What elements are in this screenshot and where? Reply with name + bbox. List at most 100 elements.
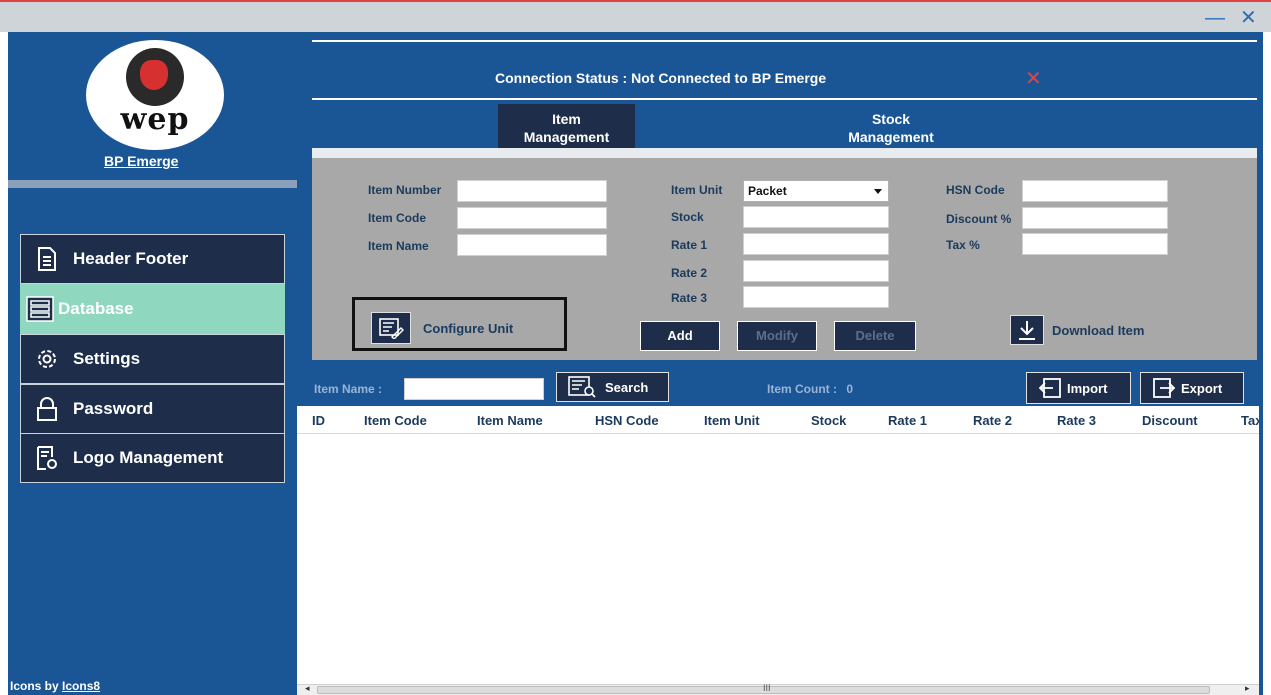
column-header[interactable]: ID (312, 413, 325, 428)
export-label: Export (1181, 380, 1223, 396)
configure-unit-highlight: Configure Unit (352, 297, 567, 351)
logo-wordmark: wep (120, 102, 190, 137)
search-label: Search (605, 379, 649, 395)
column-header[interactable]: Discount (1142, 413, 1198, 428)
document-icon (33, 245, 61, 273)
stock-field[interactable] (743, 206, 889, 228)
export-button[interactable]: Export (1140, 372, 1244, 404)
column-header[interactable]: HSN Code (595, 413, 659, 428)
add-button[interactable]: Add (640, 321, 720, 351)
sidebar-item-header-footer[interactable]: Header Footer (20, 234, 285, 284)
item-form-panel: Item Number Item Code Item Name Item Uni… (312, 158, 1257, 360)
logo-settings-icon (33, 444, 61, 472)
scroll-thumb[interactable]: III (317, 683, 1210, 694)
disconnected-icon: ✕ (1025, 68, 1042, 90)
sidebar-item-database[interactable]: Database (20, 284, 285, 334)
main-frame: Connection Status : Not Connected to BP … (297, 32, 1263, 695)
item-count-value: 0 (846, 382, 854, 396)
configure-unit-button[interactable]: Configure Unit (371, 312, 513, 344)
tab-label-line2: Management (523, 129, 610, 145)
search-button[interactable]: Search (556, 372, 669, 402)
credit-prefix: Icons by (10, 679, 59, 693)
item-name-search-label: Item Name : (314, 382, 383, 396)
configure-unit-label: Configure Unit (423, 320, 514, 336)
rate1-field[interactable] (743, 233, 889, 255)
rate1-label: Rate 1 (671, 238, 708, 252)
item-unit-value: Packet (748, 184, 787, 198)
title-bar: — ✕ (0, 0, 1271, 32)
main-area: Connection Status : Not Connected to BP … (297, 32, 1271, 695)
tab-label-line1: Stock (871, 111, 911, 127)
item-unit-label: Item Unit (671, 183, 723, 197)
hsn-code-label: HSN Code (946, 183, 1005, 197)
column-header[interactable]: Tax (1241, 413, 1259, 428)
scroll-right-arrow[interactable]: ▸ (1245, 683, 1250, 694)
tab-item-management[interactable]: Item Management (498, 104, 635, 148)
item-number-label: Item Number (368, 183, 442, 197)
stock-label: Stock (671, 210, 704, 224)
sidebar-divider (8, 180, 297, 188)
search-icon (565, 374, 599, 400)
sidebar-item-label: Settings (73, 349, 141, 368)
scroll-left-arrow[interactable]: ◂ (305, 683, 310, 694)
discount-field[interactable] (1022, 207, 1168, 229)
close-button[interactable]: ✕ (1240, 8, 1257, 28)
download-icon (1010, 315, 1044, 345)
rate2-field[interactable] (743, 260, 889, 282)
delete-button[interactable]: Delete (834, 321, 916, 351)
connection-status-bar: Connection Status : Not Connected to BP … (312, 40, 1257, 100)
tab-underline (312, 148, 1257, 158)
column-header[interactable]: Rate 1 (888, 413, 927, 428)
import-button[interactable]: Import (1026, 372, 1131, 404)
items-table[interactable]: ID Item Code Item Name HSN Code Item Uni… (297, 406, 1259, 684)
sidebar-item-label: Password (73, 399, 154, 418)
import-icon (1037, 376, 1063, 400)
item-number-field[interactable] (457, 180, 607, 202)
item-unit-select[interactable]: Packet (743, 180, 889, 202)
sidebar-item-logo-management[interactable]: Logo Management (20, 433, 285, 483)
rate3-label: Rate 3 (671, 291, 708, 305)
sidebar-item-settings[interactable]: Settings (20, 334, 285, 384)
discount-label: Discount % (946, 212, 1012, 226)
sidebar-item-label: Header Footer (73, 249, 189, 268)
tab-label-line1: Item (552, 111, 581, 127)
item-count: Item Count : 0 (767, 382, 853, 396)
column-header[interactable]: Rate 2 (973, 413, 1012, 428)
download-item-button[interactable]: Download Item (1010, 315, 1144, 345)
minimize-button[interactable]: — (1205, 8, 1225, 28)
item-count-label: Item Count : (767, 382, 837, 396)
export-icon (1151, 376, 1177, 400)
database-icon (26, 295, 54, 323)
item-name-search-input[interactable] (404, 378, 544, 400)
configure-unit-icon (371, 312, 411, 344)
column-header[interactable]: Item Name (477, 413, 543, 428)
sidebar-item-label: Database (58, 299, 134, 318)
tax-field[interactable] (1022, 233, 1168, 255)
logo-chip-icon (126, 48, 184, 106)
rate3-field[interactable] (743, 286, 889, 308)
scroll-grip: III (763, 683, 771, 693)
column-header[interactable]: Rate 3 (1057, 413, 1096, 428)
column-header[interactable]: Stock (811, 413, 846, 428)
app-name-link[interactable]: BP Emerge (104, 153, 178, 169)
sidebar-item-password[interactable]: Password (20, 384, 285, 434)
icons8-link[interactable]: Icons8 (62, 679, 100, 693)
sidebar-item-label: Logo Management (73, 448, 224, 467)
search-bar: Item Name : Search Item Count : 0 Import (297, 370, 1263, 406)
item-code-field[interactable] (457, 207, 607, 229)
column-header[interactable]: Item Unit (704, 413, 760, 428)
download-item-label: Download Item (1052, 322, 1145, 338)
tab-bar: Item Management Stock Management (312, 104, 1257, 148)
sidebar: wep BP Emerge Header Footer Database Set… (8, 32, 297, 695)
table-header: ID Item Code Item Name HSN Code Item Uni… (297, 406, 1259, 434)
item-name-field[interactable] (457, 234, 607, 256)
tab-stock-management[interactable]: Stock Management (811, 104, 971, 148)
modify-button[interactable]: Modify (737, 321, 817, 351)
item-name-label: Item Name (368, 239, 429, 253)
horizontal-scrollbar[interactable]: ◂ III ▸ (297, 683, 1259, 695)
rate2-label: Rate 2 (671, 266, 708, 280)
hsn-code-field[interactable] (1022, 180, 1168, 202)
gear-icon (33, 345, 61, 373)
chevron-down-icon (874, 189, 882, 194)
column-header[interactable]: Item Code (364, 413, 427, 428)
